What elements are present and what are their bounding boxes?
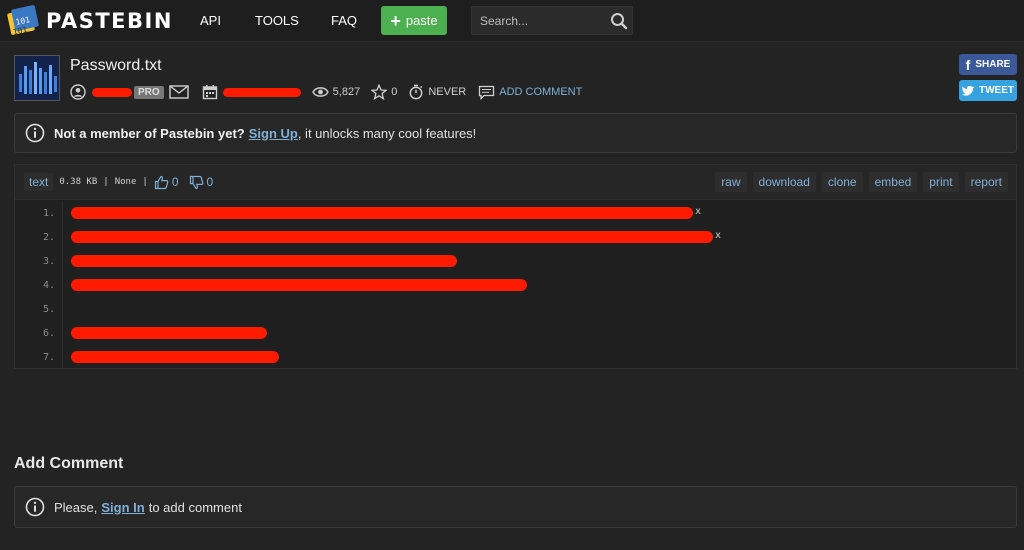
thumbs-up-icon — [154, 175, 169, 189]
print-button[interactable]: print — [923, 172, 959, 192]
plus-icon: + — [390, 10, 401, 31]
add-comment-link[interactable]: ADD COMMENT — [478, 85, 582, 100]
paste-meta: PRO 5,827 0 NEVER ADD COMMENT — [70, 82, 582, 102]
nav-link-tools[interactable]: TOOLS — [255, 13, 299, 28]
signin-link[interactable]: Sign In — [101, 500, 144, 515]
notice-text-after: , it unlocks many cool features! — [297, 125, 477, 141]
code-text: x — [715, 230, 722, 241]
like-button[interactable]: 0 — [154, 175, 179, 190]
line-number: 2. — [42, 232, 55, 243]
pro-badge: PRO — [134, 85, 164, 99]
code-line-3 — [71, 255, 457, 267]
category: None — [114, 177, 137, 187]
nav-link-api[interactable]: API — [200, 13, 221, 28]
add-comment-heading: Add Comment — [14, 455, 124, 472]
embed-button[interactable]: embed — [868, 172, 918, 192]
redacted-content — [71, 207, 693, 219]
line-number: 5. — [42, 304, 55, 315]
report-button[interactable]: report — [964, 172, 1008, 192]
syntax-tag[interactable]: text — [24, 173, 54, 191]
dislike-button[interactable]: 0 — [189, 175, 214, 190]
logo-text[interactable]: PASTEBIN — [46, 9, 173, 33]
signin-notice: Please, Sign In to add comment — [14, 486, 1017, 528]
twitter-tweet-button[interactable]: TWEET — [959, 80, 1017, 101]
signup-notice: Not a member of Pastebin yet? Sign Up , … — [14, 113, 1017, 153]
signup-link[interactable]: Sign Up — [249, 126, 298, 141]
nav-link-faq[interactable]: FAQ — [331, 13, 357, 28]
pastebin-logo-icon[interactable]: 101 101 — [6, 3, 40, 37]
facebook-icon: f — [965, 56, 971, 73]
user-icon — [70, 84, 86, 100]
line-number: 3. — [42, 256, 55, 267]
top-navbar: 101 101 PASTEBIN API TOOLS FAQ + paste — [0, 0, 1024, 42]
expiry-value: NEVER — [428, 86, 467, 98]
search-icon[interactable] — [610, 12, 628, 30]
new-paste-label: paste — [405, 13, 438, 28]
line-number: 1. — [42, 208, 55, 219]
redacted-content — [71, 255, 457, 267]
code-line-7 — [71, 351, 279, 363]
raw-button[interactable]: raw — [715, 172, 747, 192]
svg-text:101: 101 — [12, 25, 28, 37]
star-icon[interactable] — [371, 84, 388, 100]
code-line-2: x — [71, 230, 722, 243]
line-number: 4. — [42, 280, 55, 291]
code-toolbar: text 0.38 KB | None | 0 0 raw download c… — [15, 165, 1016, 200]
stars-value: 0 — [391, 86, 398, 98]
code-actions: raw download clone embed print report — [715, 172, 1008, 192]
file-size: 0.38 KB — [59, 177, 98, 187]
redacted-content — [71, 279, 527, 291]
download-button[interactable]: download — [752, 172, 816, 192]
search-box — [471, 6, 633, 35]
clone-button[interactable]: clone — [821, 172, 863, 192]
code-line-4 — [71, 279, 527, 291]
twitter-bird-icon — [962, 85, 974, 96]
thumbs-down-icon — [189, 175, 203, 189]
comment-icon — [479, 85, 495, 100]
info-icon — [25, 497, 45, 517]
code-line-1: x — [71, 206, 702, 219]
views-count: 5,827 — [311, 86, 361, 98]
redacted-username — [92, 87, 132, 97]
separator: | — [103, 177, 109, 187]
redacted-content — [71, 231, 713, 243]
dislike-count: 0 — [206, 175, 214, 189]
add-comment-label: ADD COMMENT — [499, 86, 583, 98]
eye-icon — [311, 87, 329, 97]
separator: | — [142, 177, 148, 187]
signin-text-after: to add comment — [148, 499, 242, 515]
tweet-label: TWEET — [979, 85, 1014, 96]
line-number: 6. — [42, 328, 55, 339]
code-text: x — [695, 206, 702, 217]
search-input[interactable] — [472, 7, 602, 34]
stopwatch-icon — [409, 84, 423, 100]
calendar-icon — [202, 85, 217, 100]
user-avatar[interactable] — [14, 55, 60, 101]
info-icon — [25, 123, 45, 143]
new-paste-button[interactable]: + paste — [381, 6, 447, 35]
envelope-icon[interactable] — [168, 85, 189, 99]
paste-code-panel: text 0.38 KB | None | 0 0 raw download c… — [14, 164, 1017, 369]
facebook-share-button[interactable]: f SHARE — [959, 54, 1017, 75]
line-number-gutter: 1. 2. 3. 4. 5. 6. 7. — [15, 201, 63, 368]
views-value: 5,827 — [332, 86, 361, 98]
code-info: text 0.38 KB | None | 0 0 — [24, 172, 213, 192]
redacted-content — [71, 327, 267, 339]
star-rating[interactable]: 0 — [371, 84, 397, 100]
like-count: 0 — [171, 175, 179, 189]
redacted-content — [71, 351, 279, 363]
redacted-date — [222, 87, 301, 97]
expiry: NEVER — [408, 84, 466, 100]
paste-title: Password.txt — [70, 57, 162, 74]
notice-text: Not a member of Pastebin yet? — [54, 125, 245, 141]
code-line-6 — [71, 327, 267, 339]
line-number: 7. — [42, 352, 55, 363]
signin-text: Please, — [54, 499, 98, 515]
share-label: SHARE — [975, 59, 1011, 70]
